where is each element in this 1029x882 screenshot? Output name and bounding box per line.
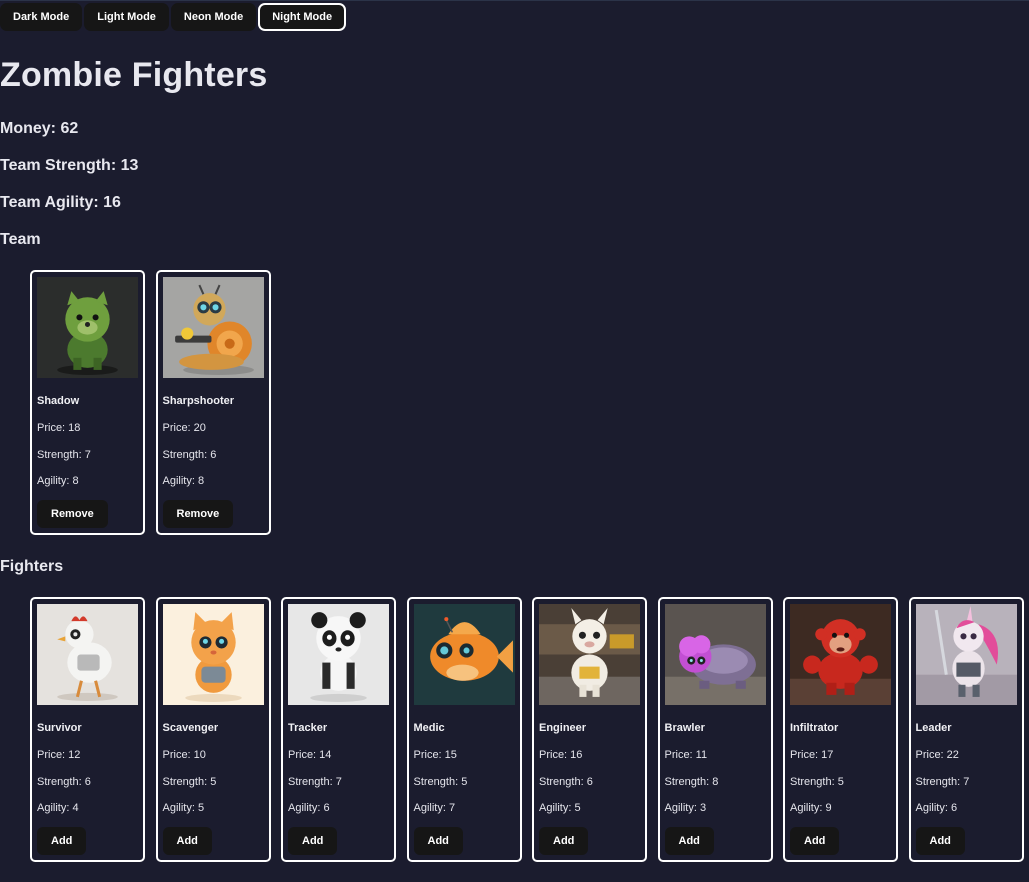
fighter-image	[413, 604, 515, 705]
fighter-image	[37, 604, 138, 705]
fighter-image	[539, 604, 640, 705]
fighter-card: Medic Price: 15 Strength: 5 Agility: 7 A…	[406, 597, 522, 862]
fighter-card: Leader Price: 22 Strength: 7 Agility: 6 …	[908, 597, 1024, 862]
green-bear-image	[37, 277, 138, 378]
remove-button[interactable]: Remove	[162, 500, 234, 528]
fighter-strength: Strength: 5	[162, 776, 217, 788]
team-strength-stat: Team Strength: 13	[0, 157, 139, 174]
fighter-price: Price: 22	[915, 749, 959, 761]
fighter-card: Infiltrator Price: 17 Strength: 5 Agilit…	[783, 597, 898, 862]
fighter-image	[664, 604, 766, 705]
fighter-price: Price: 15	[413, 749, 457, 761]
fighter-strength: Strength: 5	[413, 776, 468, 788]
fighter-image	[915, 604, 1017, 705]
add-button[interactable]: Add	[162, 827, 212, 855]
fighter-name: Scavenger	[162, 722, 219, 734]
purple-turtle-image	[664, 604, 766, 705]
page-title: Zombie Fighters	[0, 56, 268, 94]
fighter-name: Sharpshooter	[162, 395, 235, 407]
fighter-agility: Agility: 5	[539, 802, 581, 814]
add-button[interactable]: Add	[37, 827, 87, 855]
fighter-name: Shadow	[37, 395, 80, 407]
fighter-strength: Strength: 8	[664, 776, 719, 788]
add-button[interactable]: Add	[915, 827, 965, 855]
fighter-price: Price: 18	[37, 422, 81, 434]
fighter-name: Brawler	[664, 722, 705, 734]
fighters-list: Survivor Price: 12 Strength: 6 Agility: …	[30, 597, 1029, 862]
fighter-image	[162, 277, 264, 378]
llama-image	[539, 604, 640, 705]
team-card: Sharpshooter Price: 20 Strength: 6 Agili…	[155, 270, 271, 535]
mode-bar: Dark Mode Light Mode Neon Mode Night Mod…	[0, 2, 348, 32]
fighter-agility: Agility: 7	[413, 802, 456, 814]
fighter-price: Price: 12	[37, 749, 81, 761]
fighter-card: Brawler Price: 11 Strength: 8 Agility: 3…	[657, 597, 773, 862]
fighters-heading: Fighters	[0, 558, 64, 575]
fighter-name: Infiltrator	[790, 722, 839, 734]
team-list: Shadow Price: 18 Strength: 7 Agility: 8 …	[30, 270, 281, 535]
fighter-price: Price: 14	[288, 749, 332, 761]
orange-cat-image	[162, 604, 264, 705]
fighter-image	[288, 604, 389, 705]
fighter-price: Price: 20	[162, 422, 206, 434]
team-card: Shadow Price: 18 Strength: 7 Agility: 8 …	[30, 270, 145, 535]
add-button[interactable]: Add	[664, 827, 714, 855]
fighter-price: Price: 17	[790, 749, 834, 761]
add-button[interactable]: Add	[790, 827, 840, 855]
fighter-agility: Agility: 6	[288, 802, 330, 814]
add-button[interactable]: Add	[539, 827, 589, 855]
fighter-name: Engineer	[539, 722, 587, 734]
neon-mode-button[interactable]: Neon Mode	[170, 3, 257, 31]
fighter-strength: Strength: 7	[288, 776, 342, 788]
fighter-agility: Agility: 8	[162, 475, 205, 487]
fighter-name: Survivor	[37, 722, 82, 734]
fighter-name: Tracker	[288, 722, 328, 734]
fighter-agility: Agility: 9	[790, 802, 832, 814]
robot-chicken-image	[37, 604, 138, 705]
fighter-card: Tracker Price: 14 Strength: 7 Agility: 6…	[281, 597, 396, 862]
fighter-name: Leader	[915, 722, 952, 734]
remove-button[interactable]: Remove	[37, 500, 108, 528]
fighter-strength: Strength: 6	[162, 449, 217, 461]
fighter-agility: Agility: 8	[37, 475, 79, 487]
fighter-price: Price: 11	[664, 749, 708, 761]
money-stat: Money: 62	[0, 120, 79, 137]
fighter-agility: Agility: 5	[162, 802, 205, 814]
fighter-agility: Agility: 3	[664, 802, 707, 814]
fighter-image	[790, 604, 891, 705]
fighter-price: Price: 10	[162, 749, 206, 761]
snail-gunner-image	[162, 277, 264, 378]
fighter-card: Survivor Price: 12 Strength: 6 Agility: …	[30, 597, 145, 862]
fighter-agility: Agility: 6	[915, 802, 958, 814]
fighter-strength: Strength: 6	[539, 776, 593, 788]
fighter-strength: Strength: 5	[790, 776, 844, 788]
team-agility-stat: Team Agility: 16	[0, 194, 121, 211]
fighter-strength: Strength: 7	[37, 449, 91, 461]
red-monkey-image	[790, 604, 891, 705]
fighter-name: Medic	[413, 722, 445, 734]
add-button[interactable]: Add	[288, 827, 338, 855]
add-button[interactable]: Add	[413, 827, 463, 855]
robot-panda-image	[288, 604, 389, 705]
fighter-image	[162, 604, 264, 705]
fighter-card: Engineer Price: 16 Strength: 6 Agility: …	[532, 597, 647, 862]
pink-unicorn-image	[915, 604, 1017, 705]
fighter-card: Scavenger Price: 10 Strength: 5 Agility:…	[155, 597, 271, 862]
dark-mode-button[interactable]: Dark Mode	[0, 3, 83, 31]
light-mode-button[interactable]: Light Mode	[84, 3, 169, 31]
fighter-image	[37, 277, 138, 378]
fighter-strength: Strength: 6	[37, 776, 91, 788]
team-heading: Team	[0, 231, 41, 248]
orange-fish-image	[413, 604, 515, 705]
night-mode-button[interactable]: Night Mode	[258, 3, 347, 31]
fighter-strength: Strength: 7	[915, 776, 970, 788]
fighter-price: Price: 16	[539, 749, 583, 761]
fighter-agility: Agility: 4	[37, 802, 79, 814]
